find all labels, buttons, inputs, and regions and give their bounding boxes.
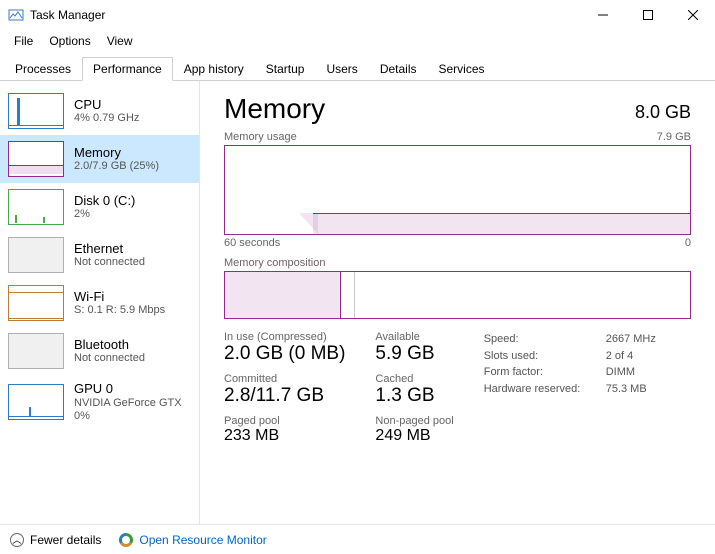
sidebar-label: Memory (74, 145, 159, 161)
detail-capacity: 8.0 GB (635, 102, 691, 123)
sidebar-label: Disk 0 (C:) (74, 193, 135, 209)
detail-pane: Memory 8.0 GB Memory usage 7.9 GB 60 sec… (200, 81, 715, 524)
spec-column: Speed:2667 MHz Slots used:2 of 4 Form fa… (484, 331, 656, 445)
sidebar-sub: 0% (74, 410, 182, 423)
sidebar-item-ethernet[interactable]: Ethernet Not connected (0, 231, 199, 279)
minimize-button[interactable] (580, 0, 625, 30)
menu-bar: File Options View (0, 30, 715, 52)
sidebar-sub: 2% (74, 208, 135, 221)
gpu-sparkline-icon (8, 384, 64, 420)
tab-services[interactable]: Services (428, 57, 496, 81)
maximize-button[interactable] (625, 0, 670, 30)
sidebar-item-cpu[interactable]: CPU 4% 0.79 GHz (0, 87, 199, 135)
sidebar-label: Bluetooth (74, 337, 145, 353)
footer: ︿ Fewer details Open Resource Monitor (0, 524, 715, 554)
sidebar-item-disk[interactable]: Disk 0 (C:) 2% (0, 183, 199, 231)
stat-inuse: In use (Compressed) 2.0 GB (0 MB) (224, 331, 345, 365)
main-content: CPU 4% 0.79 GHz Memory 2.0/7.9 GB (25%) … (0, 81, 715, 524)
tab-details[interactable]: Details (369, 57, 428, 81)
tab-performance[interactable]: Performance (82, 57, 173, 81)
sidebar-label: CPU (74, 97, 139, 113)
resource-monitor-icon (119, 533, 133, 547)
sidebar-sub: Not connected (74, 352, 145, 365)
sidebar: CPU 4% 0.79 GHz Memory 2.0/7.9 GB (25%) … (0, 81, 200, 524)
menu-view[interactable]: View (101, 32, 139, 50)
sidebar-sub: 4% 0.79 GHz (74, 112, 139, 125)
cpu-sparkline-icon (8, 93, 64, 129)
open-resource-monitor-link[interactable]: Open Resource Monitor (119, 533, 266, 547)
sidebar-sub: S: 0.1 R: 5.9 Mbps (74, 304, 165, 317)
sidebar-sub: Not connected (74, 256, 145, 269)
tab-users[interactable]: Users (315, 57, 368, 81)
tab-bar: Processes Performance App history Startu… (0, 56, 715, 81)
usage-chart-xaxis: 60 seconds 0 (224, 237, 691, 249)
memory-sparkline-icon (8, 141, 64, 177)
window-buttons (580, 0, 715, 30)
tab-startup[interactable]: Startup (255, 57, 316, 81)
chevron-up-icon: ︿ (10, 533, 24, 547)
stat-committed: Committed 2.8/11.7 GB (224, 373, 345, 407)
stat-paged: Paged pool 233 MB (224, 415, 345, 445)
sidebar-sub: NVIDIA GeForce GTX (74, 397, 182, 410)
window-title: Task Manager (30, 8, 580, 22)
title-bar: Task Manager (0, 0, 715, 30)
app-icon (8, 7, 24, 23)
stat-nonpaged: Non-paged pool 249 MB (375, 415, 453, 445)
sidebar-label: GPU 0 (74, 381, 182, 397)
tab-apphistory[interactable]: App history (173, 57, 255, 81)
usage-label: Memory usage (224, 131, 297, 143)
sidebar-label: Ethernet (74, 241, 145, 257)
x-right: 0 (685, 237, 691, 249)
menu-options[interactable]: Options (43, 32, 96, 50)
close-button[interactable] (670, 0, 715, 30)
bluetooth-sparkline-icon (8, 333, 64, 369)
composition-chart-header: Memory composition (224, 257, 691, 269)
ethernet-sparkline-icon (8, 237, 64, 273)
fewer-details-button[interactable]: ︿ Fewer details (10, 533, 101, 547)
tab-processes[interactable]: Processes (4, 57, 82, 81)
stat-cached: Cached 1.3 GB (375, 373, 453, 407)
usage-max: 7.9 GB (657, 131, 691, 143)
stat-available: Available 5.9 GB (375, 331, 453, 365)
usage-chart-header: Memory usage 7.9 GB (224, 131, 691, 143)
memory-composition-chart[interactable] (224, 271, 691, 319)
sidebar-item-wifi[interactable]: Wi-Fi S: 0.1 R: 5.9 Mbps (0, 279, 199, 327)
detail-title: Memory (224, 93, 325, 125)
composition-label: Memory composition (224, 257, 325, 269)
sidebar-sub: 2.0/7.9 GB (25%) (74, 160, 159, 173)
disk-sparkline-icon (8, 189, 64, 225)
menu-file[interactable]: File (8, 32, 39, 50)
sidebar-label: Wi-Fi (74, 289, 165, 305)
sidebar-item-memory[interactable]: Memory 2.0/7.9 GB (25%) (0, 135, 199, 183)
stats-grid: In use (Compressed) 2.0 GB (0 MB) Commit… (224, 331, 691, 445)
x-left: 60 seconds (224, 237, 280, 249)
wifi-sparkline-icon (8, 285, 64, 321)
memory-usage-chart[interactable] (224, 145, 691, 235)
sidebar-item-bluetooth[interactable]: Bluetooth Not connected (0, 327, 199, 375)
detail-header: Memory 8.0 GB (224, 93, 691, 125)
sidebar-item-gpu[interactable]: GPU 0 NVIDIA GeForce GTX 0% (0, 375, 199, 429)
